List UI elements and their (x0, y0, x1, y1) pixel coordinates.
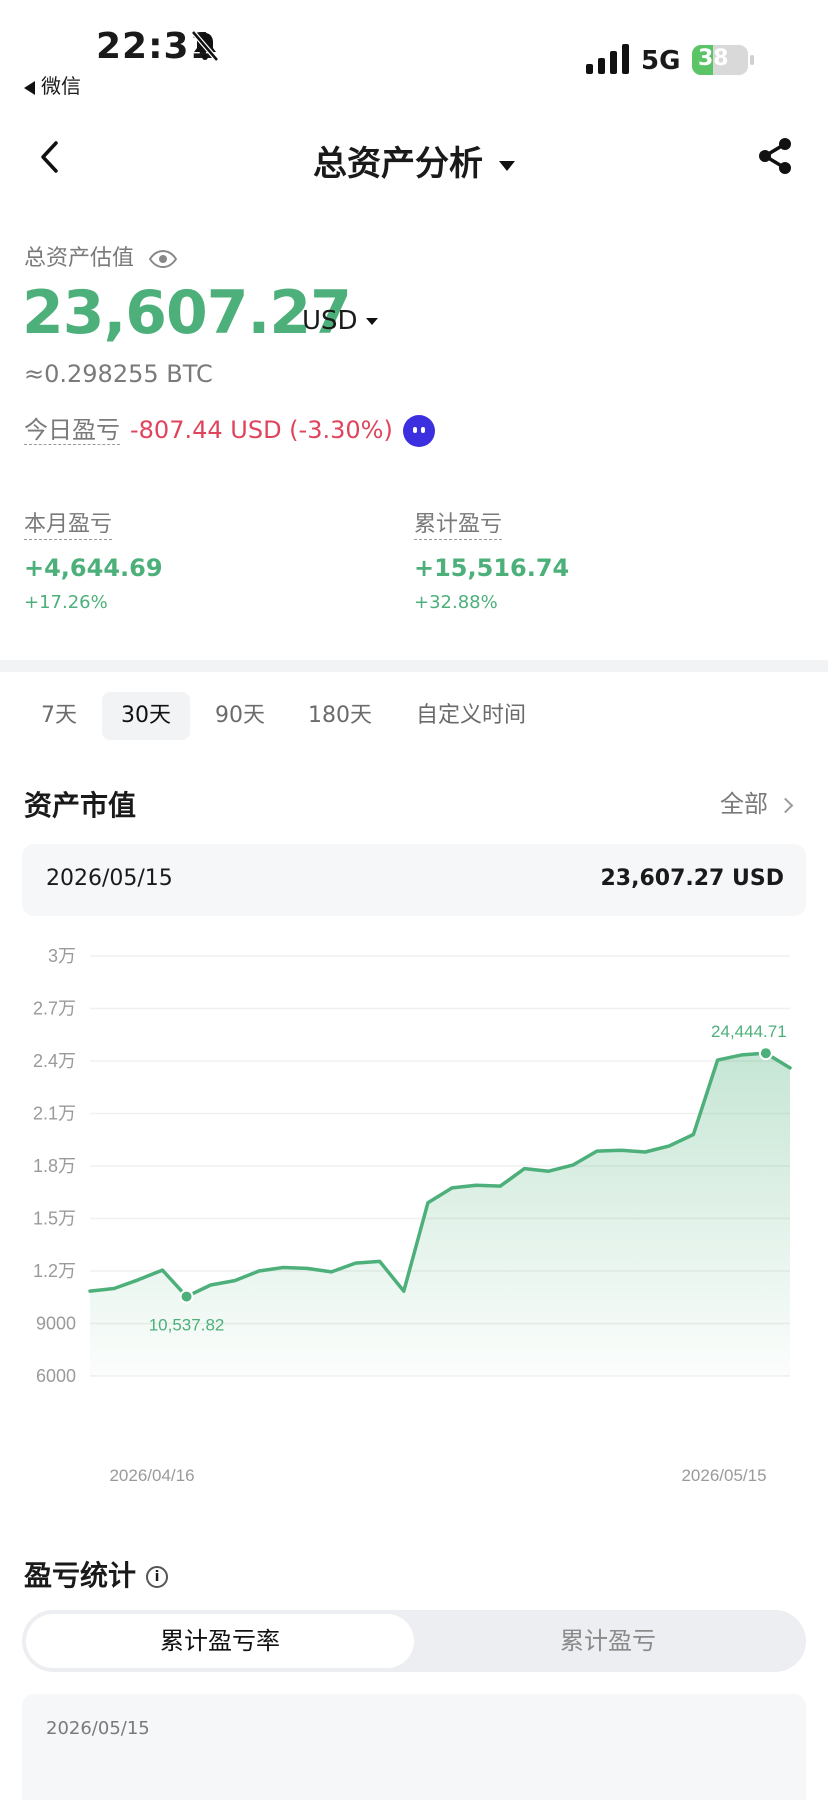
info-icon[interactable]: i (146, 1566, 169, 1588)
asset-value-chart[interactable]: 3万 2.7万 2.4万 2.1万 1.8万 1.5万 1.2万 9000 6000 10,53… (0, 940, 828, 1500)
back-app-label: 微信 (41, 74, 81, 98)
y-tick-label: 1.2万 (33, 1261, 76, 1281)
bell-muted-icon (191, 30, 219, 62)
back-to-app-link[interactable]: 微信 (24, 70, 81, 99)
mascot-avatar-icon[interactable] (402, 415, 435, 447)
tab-cumulative-pnl[interactable]: 累计盈亏 (414, 1614, 802, 1668)
month-pnl-percent: +17.26% (24, 592, 108, 613)
y-tick-label: 2.1万 (33, 1104, 76, 1124)
battery-icon: 38 (692, 45, 748, 75)
caret-down-icon (499, 160, 515, 171)
network-type: 5G (641, 46, 681, 76)
page-title-dropdown[interactable]: 总资产分析 (0, 136, 828, 185)
tab-90d[interactable]: 90天 (196, 692, 284, 740)
chart-max-point (758, 1046, 773, 1061)
y-tick-label: 2.4万 (33, 1051, 76, 1071)
pnl-segmented-control: 累计盈亏率 累计盈亏 (22, 1610, 806, 1672)
btc-equivalent: ≈0.298255 BTC (24, 360, 213, 388)
total-pnl: 累计盈亏 +15,516.74 +32.88% (414, 506, 569, 613)
total-pnl-value: +15,516.74 (414, 554, 570, 582)
tab-180d[interactable]: 180天 (290, 692, 390, 740)
chart-max-label: 24,444.71 (711, 1022, 787, 1041)
section-divider (0, 660, 828, 672)
nav-bar: 总资产分析 (0, 120, 828, 196)
total-assets-label: 总资产估值 (24, 246, 135, 271)
page-title: 总资产分析 (313, 144, 483, 184)
total-pnl-label[interactable]: 累计盈亏 (414, 506, 503, 540)
month-pnl-label[interactable]: 本月盈亏 (24, 506, 113, 540)
tab-custom[interactable]: 自定义时间 (396, 692, 546, 740)
tab-cumulative-rate[interactable]: 累计盈亏率 (26, 1614, 414, 1668)
currency-selector[interactable]: USD (302, 306, 378, 336)
today-pnl-row: 今日盈亏 -807.44 USD (-3.30%) (24, 410, 435, 447)
pnl-chart-card: 2026/05/15 (22, 1694, 806, 1800)
share-icon[interactable] (756, 136, 794, 176)
month-pnl-value: +4,644.69 (24, 554, 163, 582)
battery-cap (750, 55, 754, 65)
pnl-stats-title: 盈亏统计 i (24, 1554, 169, 1594)
y-tick-label: 1.5万 (33, 1209, 76, 1229)
view-all-link[interactable]: 全部 (720, 784, 794, 819)
caret-down-icon (365, 318, 378, 325)
selected-value: 23,607.27 USD (600, 866, 785, 891)
currency-label: USD (302, 306, 358, 336)
selected-point-card: 2026/05/15 23,607.27 USD (22, 844, 806, 916)
view-all-label: 全部 (720, 790, 768, 818)
y-tick-label: 6000 (36, 1366, 76, 1386)
x-axis-start-label: 2026/04/16 (109, 1466, 194, 1485)
eye-icon[interactable] (149, 250, 178, 268)
total-pnl-percent: +32.88% (414, 592, 498, 613)
tab-7d[interactable]: 7天 (22, 692, 96, 740)
month-pnl: 本月盈亏 +4,644.69 +17.26% (24, 506, 163, 613)
battery-percent: 38 (698, 46, 729, 71)
pnl-date: 2026/05/15 (46, 1718, 150, 1739)
y-tick-label: 2.7万 (33, 999, 76, 1019)
tab-30d[interactable]: 30天 (102, 692, 190, 740)
chart-min-label: 10,537.82 (149, 1316, 225, 1335)
pnl-stats-label: 盈亏统计 (24, 1559, 137, 1592)
today-pnl-label[interactable]: 今日盈亏 (24, 416, 120, 445)
chart-min-point (179, 1289, 194, 1304)
total-assets-label-row: 总资产估值 (24, 240, 178, 272)
asset-value-title: 资产市值 (24, 789, 137, 822)
y-tick-label: 1.8万 (33, 1156, 76, 1176)
selected-date: 2026/05/15 (46, 866, 173, 891)
back-triangle-icon (24, 80, 35, 95)
cellular-signal-icon (586, 44, 629, 74)
status-bar: 22:31 微信 5G 38 (0, 0, 828, 110)
y-tick-label: 9000 (36, 1314, 76, 1334)
x-axis-end-label: 2026/05/15 (681, 1466, 766, 1485)
y-tick-label: 3万 (48, 946, 76, 966)
chevron-right-icon (777, 797, 794, 813)
today-pnl-value: -807.44 USD (-3.30%) (130, 416, 393, 444)
